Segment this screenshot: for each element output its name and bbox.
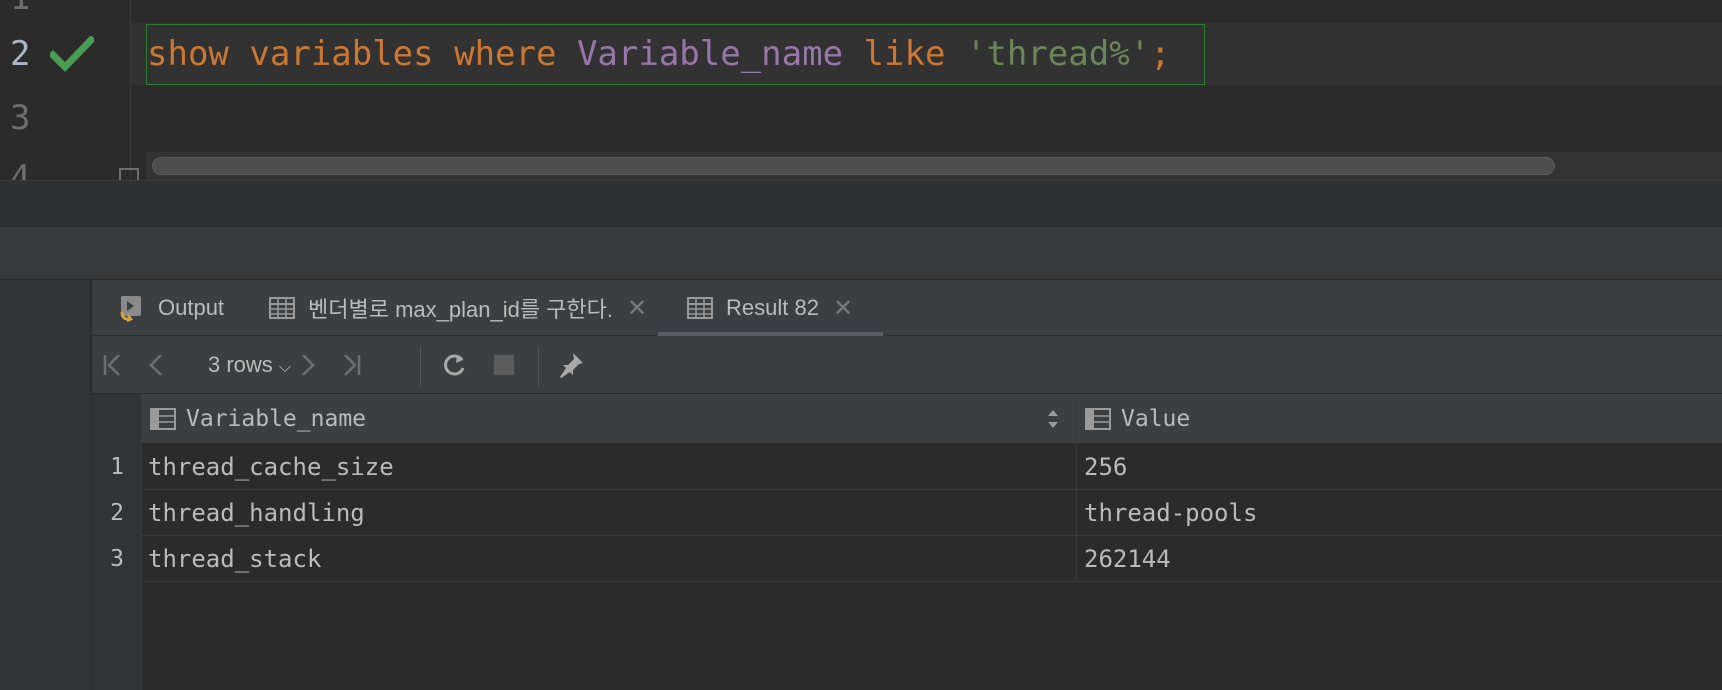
column-header-label: Value [1121, 406, 1191, 432]
scrollbar-thumb[interactable] [152, 157, 1555, 175]
toolbar-separator [538, 346, 539, 386]
cell-value[interactable]: thread-pools [1084, 490, 1257, 536]
editor-footer [0, 180, 1722, 226]
check-icon [50, 36, 94, 72]
code-identifier: Variable_name [576, 34, 844, 74]
table-row[interactable] [142, 536, 1722, 582]
first-page-icon[interactable] [98, 336, 128, 394]
cell-value[interactable]: 262144 [1084, 536, 1171, 582]
column-icon [150, 407, 176, 431]
tab-output[interactable]: Output [118, 280, 224, 336]
editor-gutter [0, 0, 130, 180]
column-icon [1085, 407, 1111, 431]
code-string: 'thread%' [965, 34, 1151, 74]
chevron-down-icon: ⌵ [278, 359, 292, 376]
result-toolbar: 3 rows ⌵ [92, 336, 1722, 394]
cell-variable-name[interactable]: thread_stack [148, 536, 321, 582]
tool-window-stripe [0, 280, 92, 690]
line-number: 3 [10, 98, 31, 138]
code-keyword: like [863, 34, 946, 74]
code-keyword: variables [249, 34, 434, 74]
tab-label: Result 82 [726, 295, 819, 320]
line-number: 2 [10, 34, 31, 74]
sort-icon[interactable] [1046, 406, 1060, 432]
code-terminator: ; [1150, 34, 1171, 74]
tool-window-header [0, 226, 1722, 280]
row-count-selector[interactable]: 3 rows ⌵ [208, 336, 291, 394]
close-icon[interactable]: ✕ [833, 294, 853, 323]
tab-vendor-query[interactable]: 벤더별로 max_plan_id를 구한다. ✕ [268, 280, 647, 336]
prev-page-icon[interactable] [142, 336, 172, 394]
stop-icon[interactable] [488, 336, 520, 394]
line-number: 4 [10, 158, 31, 180]
column-header-label: Variable_name [186, 406, 367, 432]
column-header-variable-name[interactable]: Variable_name [150, 394, 1050, 444]
tab-result-82[interactable]: Result 82 ✕ [657, 280, 884, 336]
row-number: 1 [110, 454, 124, 480]
cell-value[interactable]: 256 [1084, 444, 1127, 490]
refresh-icon[interactable] [436, 336, 472, 394]
next-page-icon[interactable] [292, 336, 322, 394]
code-line[interactable]: show variables where Variable_name like … [147, 24, 1171, 84]
toolbar-separator [420, 346, 421, 386]
cell-variable-name[interactable]: thread_cache_size [148, 444, 394, 490]
code-keyword: show [147, 34, 229, 74]
sql-editor[interactable]: 1 2 3 4 show variables where Variable_na… [0, 0, 1722, 180]
fold-marker-icon[interactable] [119, 168, 139, 180]
row-number: 2 [110, 500, 124, 526]
tab-label: Output [158, 295, 225, 320]
table-icon [268, 294, 296, 322]
line-number: 1 [10, 0, 40, 18]
close-icon[interactable]: ✕ [627, 294, 647, 323]
cell-variable-name[interactable]: thread_handling [148, 490, 365, 536]
result-tabs: Output 벤더별로 max_plan_id를 구한다. ✕ Result 8… [92, 280, 1722, 336]
last-page-icon[interactable] [336, 336, 366, 394]
table-icon [686, 294, 714, 322]
row-number: 3 [110, 546, 124, 572]
output-icon [118, 294, 146, 323]
row-count: 3 rows [208, 352, 273, 377]
pin-icon[interactable] [554, 336, 588, 394]
column-header-value[interactable]: Value [1085, 394, 1685, 444]
tab-label: 벤더별로 max_plan_id를 구한다. [308, 297, 614, 322]
code-keyword: where [454, 34, 557, 74]
table-row[interactable] [142, 490, 1722, 536]
